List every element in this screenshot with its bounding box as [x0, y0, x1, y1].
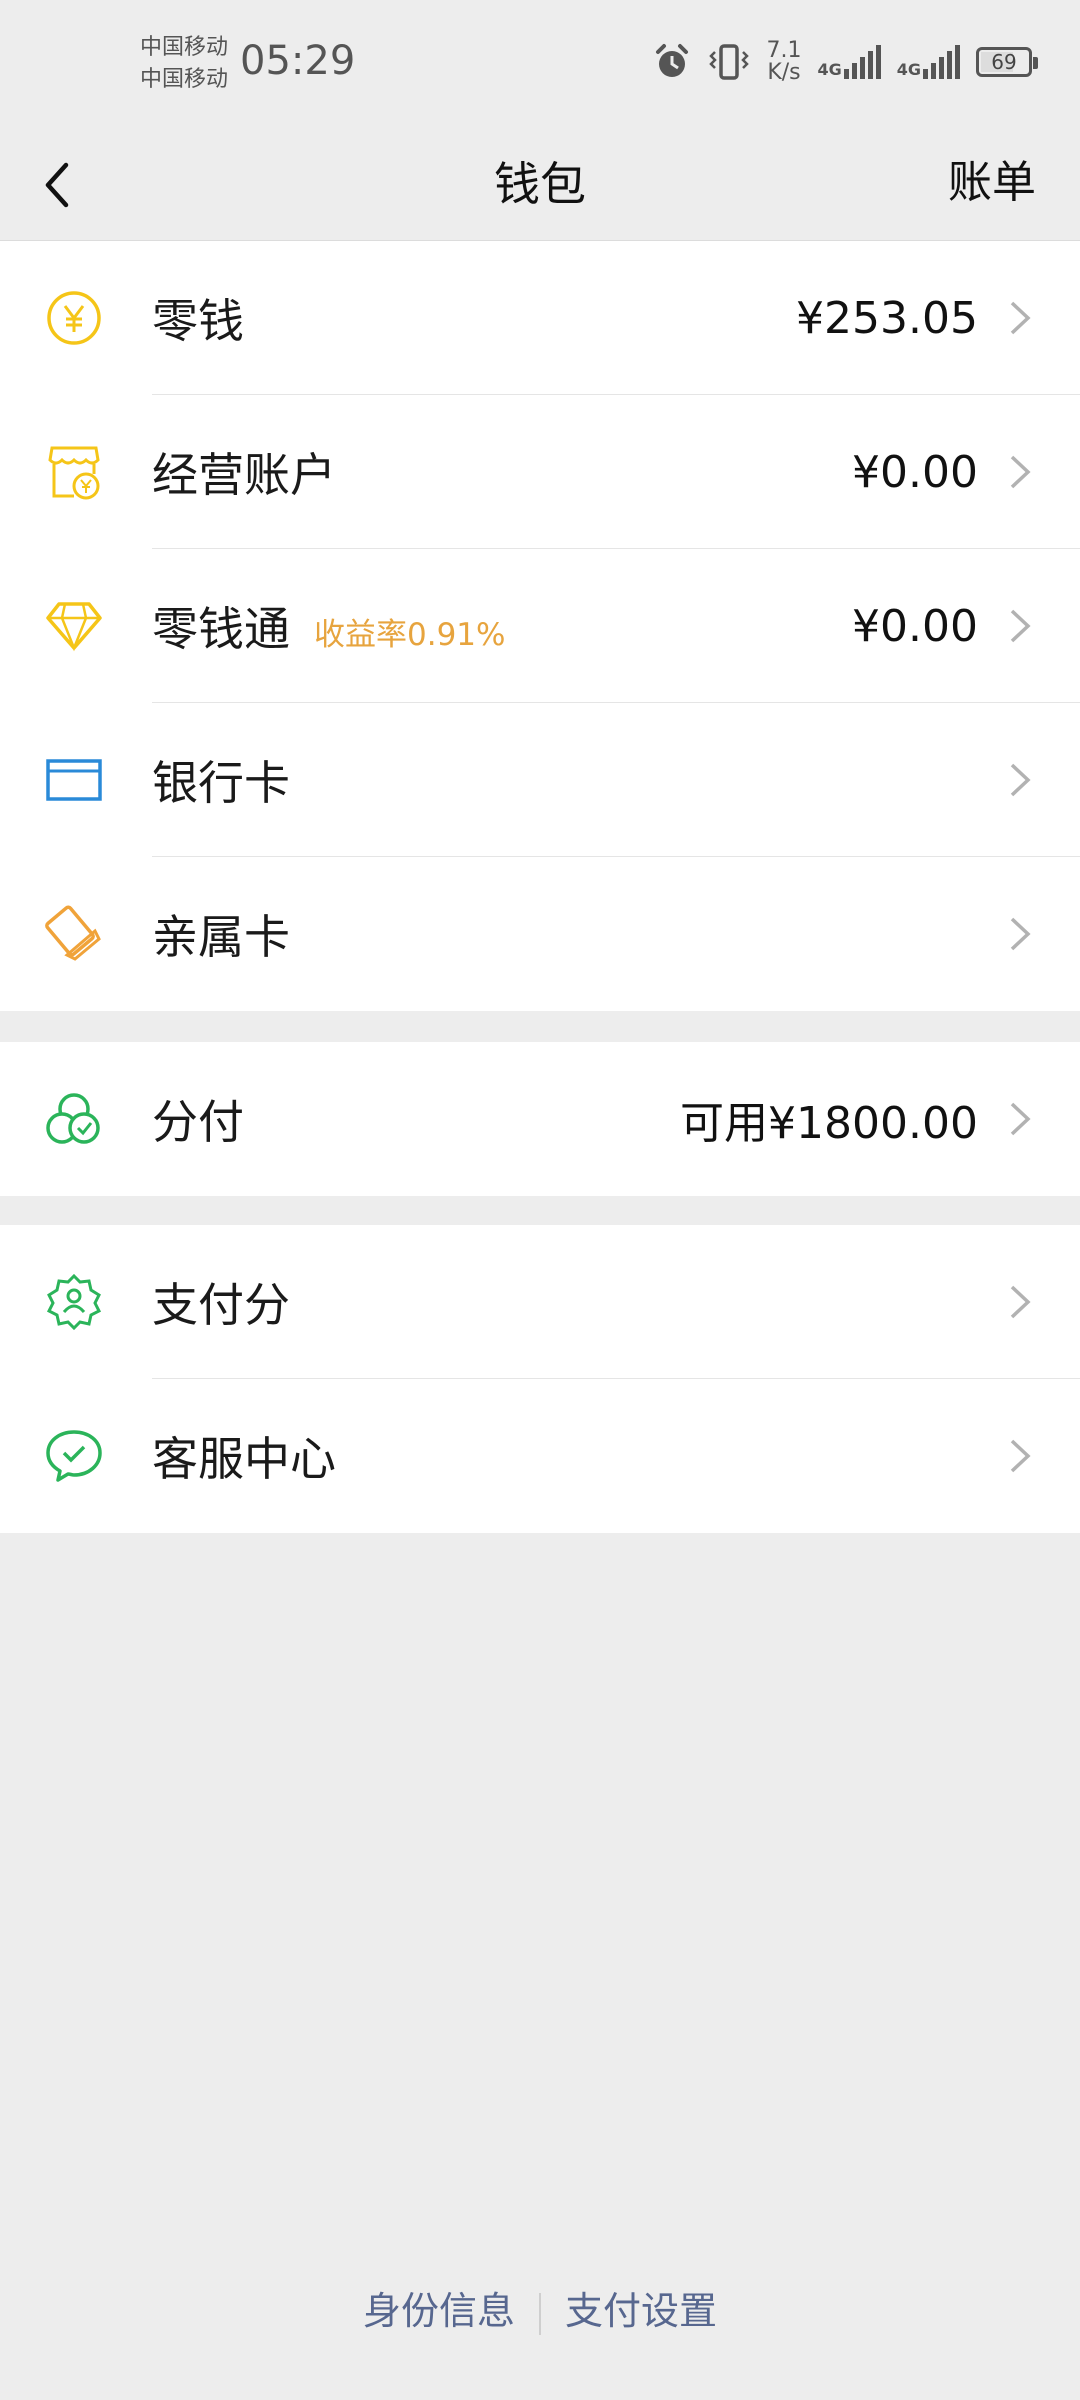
- status-icons: 7.1 K/s 4G 4G 69: [652, 40, 1038, 84]
- chevron-right-icon: [1010, 917, 1031, 951]
- page-title: 钱包: [494, 157, 586, 211]
- battery-level: 69: [991, 50, 1017, 74]
- change-row[interactable]: 零钱 ¥253.05: [0, 241, 1080, 395]
- status-bar: 中国移动 中国移动 05:29 7.1 K/s 4G 4G 69: [0, 0, 1080, 130]
- payscore-icon: [44, 1272, 104, 1332]
- payment-settings-link[interactable]: 支付设置: [541, 2289, 741, 2333]
- chevron-right-icon: [1010, 609, 1031, 643]
- navigation-bar: 钱包 账单: [0, 130, 1080, 241]
- network-type-1: 4G: [817, 60, 842, 79]
- signal-2: 4G: [897, 45, 960, 79]
- chevron-right-icon: [1010, 301, 1031, 335]
- battery-icon: 69: [976, 47, 1038, 77]
- yuan-coin-icon: [44, 288, 104, 348]
- payscore-label: 支付分: [152, 1278, 290, 1332]
- speed-value: 7.1: [766, 38, 802, 63]
- bill-button[interactable]: 账单: [948, 146, 1036, 210]
- change-balance: ¥253.05: [796, 292, 978, 344]
- diamond-icon: [44, 596, 104, 656]
- fenfu-label: 分付: [152, 1095, 244, 1149]
- customer-service-label: 客服中心: [152, 1432, 336, 1486]
- bank-card-label: 银行卡: [152, 756, 290, 810]
- carrier-2: 中国移动: [140, 67, 229, 92]
- vibrate-icon: [709, 44, 750, 80]
- signal-bars-1-icon: [843, 45, 881, 79]
- shop-account-icon: [44, 442, 104, 502]
- fenfu-row[interactable]: 分付 可用¥1800.00: [0, 1042, 1080, 1196]
- network-speed: 7.1 K/s: [766, 40, 801, 84]
- footer-links: 身份信息 支付设置: [0, 2280, 1080, 2335]
- customer-service-row[interactable]: 客服中心: [0, 1379, 1080, 1533]
- chevron-right-icon: [1010, 763, 1031, 797]
- credit-group: 分付 可用¥1800.00: [0, 1042, 1080, 1196]
- lingqiantong-label: 零钱通 收益率0.91%: [152, 593, 505, 659]
- chevron-right-icon: [1010, 1102, 1031, 1136]
- identity-info-link[interactable]: 身份信息: [339, 2289, 539, 2333]
- carrier-1: 中国移动: [140, 35, 229, 60]
- family-card-row[interactable]: 亲属卡: [0, 857, 1080, 1011]
- alarm-icon: [656, 44, 689, 77]
- business-account-label: 经营账户: [152, 448, 336, 502]
- business-account-row[interactable]: 经营账户 ¥0.00: [0, 395, 1080, 549]
- speed-unit: K/s: [767, 60, 801, 85]
- change-label: 零钱: [152, 294, 244, 348]
- family-card-icon: [44, 904, 104, 964]
- signal-bars-2-icon: [923, 45, 960, 79]
- payscore-row[interactable]: 支付分: [0, 1225, 1080, 1379]
- clock: 05:29: [240, 38, 356, 84]
- chevron-right-icon: [1010, 1285, 1031, 1319]
- bank-card-row[interactable]: 银行卡: [0, 703, 1080, 857]
- customer-service-icon: [44, 1426, 104, 1486]
- fenfu-icon: [44, 1089, 104, 1149]
- yield-rate-tag: 收益率0.91%: [314, 617, 506, 653]
- lingqiantong-title: 零钱通: [152, 602, 290, 656]
- business-account-balance: ¥0.00: [852, 446, 978, 498]
- signal-1: 4G: [817, 45, 881, 79]
- fenfu-available: 可用¥1800.00: [680, 1098, 978, 1149]
- carrier-info: 中国移动 中国移动: [140, 32, 228, 96]
- chevron-right-icon: [1010, 1439, 1031, 1473]
- family-card-label: 亲属卡: [152, 910, 290, 964]
- lingqiantong-row[interactable]: 零钱通 收益率0.91% ¥0.00: [0, 549, 1080, 703]
- wallet-group: 零钱 ¥253.05 经营账户 ¥0.00 零钱通 收益率0.91% ¥0.00…: [0, 241, 1080, 1011]
- chevron-right-icon: [1010, 455, 1031, 489]
- service-group: 支付分 客服中心: [0, 1225, 1080, 1533]
- bank-card-icon: [44, 750, 104, 810]
- network-type-2: 4G: [896, 60, 921, 79]
- lingqiantong-balance: ¥0.00: [852, 600, 978, 652]
